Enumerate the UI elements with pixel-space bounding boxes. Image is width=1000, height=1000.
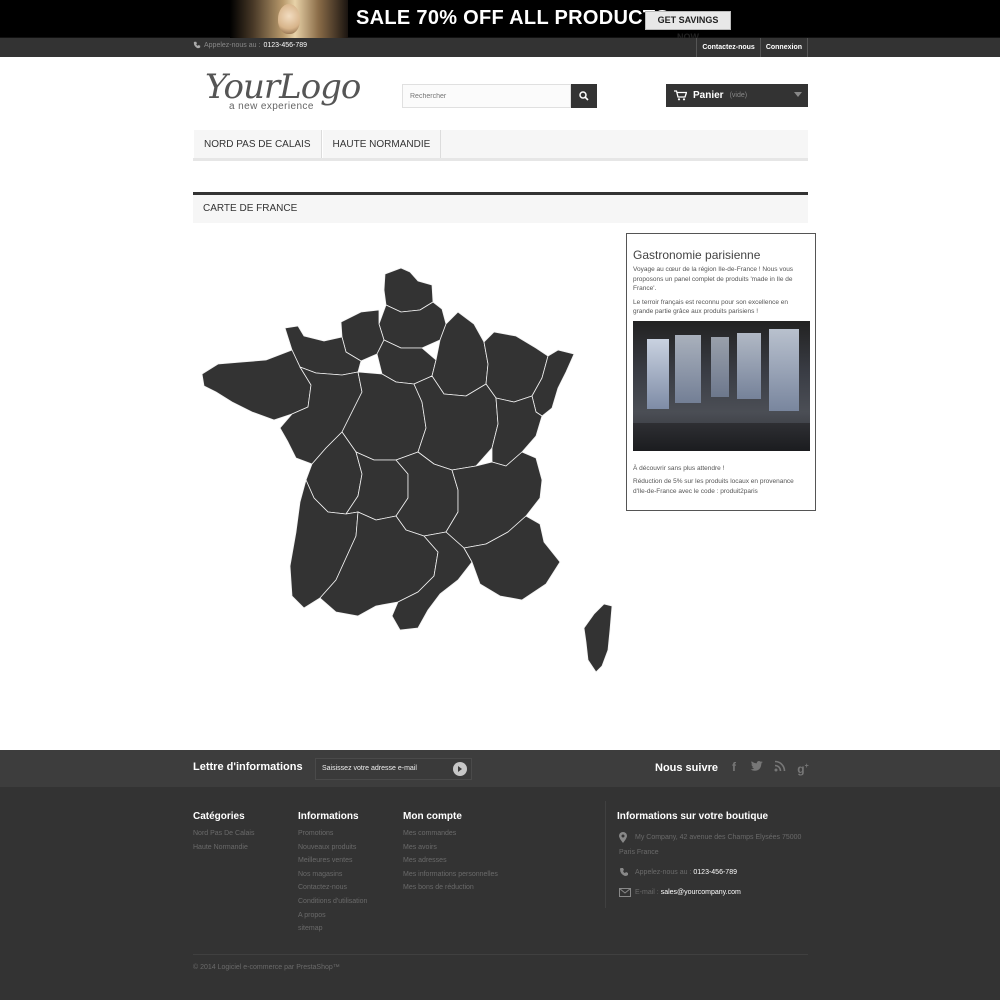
footer-informations: Informations Promotions Nouveaux produit…	[298, 811, 367, 936]
footer-info-link[interactable]: sitemap	[298, 922, 367, 936]
footer-info-link[interactable]: A propos	[298, 909, 367, 923]
footer-account-link[interactable]: Mes avoirs	[403, 841, 498, 855]
google-plus-icon[interactable]: g+	[796, 760, 810, 776]
cart-label: Panier	[693, 90, 724, 101]
nav-phone-prefix: Appelez-nous au :	[204, 41, 261, 49]
contact-link[interactable]: Contactez-nous	[696, 38, 760, 57]
side-block-text-1: Voyage au cœur de la région Ile-de-Franc…	[633, 266, 794, 292]
site-footer: Catégories Nord Pas De Calais Haute Norm…	[0, 787, 1000, 1000]
login-link[interactable]: Connexion	[759, 38, 808, 57]
region-franche-comte[interactable]	[491, 395, 543, 467]
menu-item-nord-pas-de-calais[interactable]: NORD PAS DE CALAIS	[193, 130, 322, 158]
facebook-icon[interactable]: f	[727, 760, 741, 774]
footer-account-link[interactable]: Mes adresses	[403, 854, 498, 868]
footer-account-link[interactable]: Mes informations personnelles	[403, 868, 498, 882]
search-button[interactable]	[571, 84, 597, 108]
phone-icon	[619, 867, 629, 882]
footer-account: Mon compte Mes commandes Mes avoirs Mes …	[403, 811, 498, 895]
newsletter-submit-button[interactable]	[453, 762, 467, 776]
social-links: f g+	[727, 760, 810, 776]
main-menu: NORD PAS DE CALAIS HAUTE NORMANDIE	[193, 130, 808, 161]
store-phone-number: 0123-456-789	[693, 869, 737, 876]
footer-store-info: Informations sur votre boutique My Compa…	[605, 801, 801, 908]
footer-category-link[interactable]: Nord Pas De Calais	[193, 827, 254, 841]
footer-info-link[interactable]: Nos magasins	[298, 868, 367, 882]
rss-icon[interactable]	[773, 760, 787, 774]
store-address: My Company, 42 avenue des Champs Elysées…	[617, 830, 801, 845]
phone-icon	[193, 41, 201, 49]
footer-category-link[interactable]: Haute Normandie	[193, 841, 254, 855]
promo-banner[interactable]: SALE 70% OFF ALL PRODUCTS GET SAVINGS NO…	[0, 0, 1000, 42]
banner-headline: SALE 70% OFF ALL PRODUCTS	[356, 7, 670, 29]
logo-tagline: a new experience	[229, 101, 314, 112]
search-input[interactable]	[402, 84, 571, 108]
store-address-line2: Paris France	[619, 849, 659, 856]
newsletter-email-input[interactable]: Saisissez votre adresse e-mail	[315, 758, 472, 780]
newsletter-bar: Lettre d'informations Saisissez votre ad…	[0, 750, 1000, 787]
restaurant-photo	[633, 320, 810, 451]
newsletter-title: Lettre d'informations	[193, 761, 303, 773]
store-address-line1: My Company, 42 avenue des Champs Elysées…	[635, 834, 802, 841]
region-nord-pas-de-calais[interactable]	[383, 267, 434, 313]
footer-info-link[interactable]: Contactez-nous	[298, 881, 367, 895]
footer-informations-title: Informations	[298, 811, 359, 822]
footer-account-link[interactable]: Mes bons de réduction	[403, 881, 498, 895]
copyright: © 2014 Logiciel e-commerce par PrestaSho…	[193, 964, 340, 971]
store-address-line2-row: Paris France	[617, 845, 801, 860]
footer-categories-title: Catégories	[193, 811, 245, 822]
get-savings-button[interactable]: GET SAVINGS NOW	[645, 11, 731, 42]
region-bretagne[interactable]	[201, 349, 312, 421]
store-phone-label: Appelez-nous au :	[635, 869, 692, 876]
top-nav-bar: Appelez-nous au : 0123-456-789 Contactez…	[0, 38, 1000, 57]
side-block-text-3: À découvrir sans plus attendre !	[633, 464, 725, 472]
cart-status: (vide)	[729, 92, 748, 99]
footer-info-link[interactable]: Nouveaux produits	[298, 841, 367, 855]
cart-button[interactable]: Panier (vide)	[666, 84, 808, 107]
store-email: E-mail : sales@yourcompany.com	[617, 885, 801, 900]
side-block-title: Gastronomie parisienne	[633, 248, 761, 262]
logo-text: YourLogo	[205, 67, 361, 107]
footer-info-link[interactable]: Conditions d'utilisation	[298, 895, 367, 909]
store-phone: Appelez-nous au : 0123-456-789	[617, 865, 801, 880]
footer-info-link[interactable]: Meilleures ventes	[298, 854, 367, 868]
footer-store-title: Informations sur votre boutique	[617, 811, 769, 822]
side-block-text-4: Réduction de 5% sur les produits locaux …	[633, 478, 794, 495]
footer-account-link[interactable]: Mes commandes	[403, 827, 498, 841]
region-corse[interactable]	[583, 603, 613, 673]
footer-categories: Catégories Nord Pas De Calais Haute Norm…	[193, 811, 254, 854]
side-block-text-2: Le terroir français est reconnu pour son…	[633, 298, 789, 316]
follow-us-label: Nous suivre	[655, 762, 718, 774]
search-icon	[579, 91, 589, 101]
footer-info-link[interactable]: Promotions	[298, 827, 367, 841]
france-map[interactable]	[196, 262, 620, 674]
cart-icon	[674, 90, 687, 101]
site-logo[interactable]: YourLogo a new experience	[205, 67, 361, 114]
side-promo-block: Gastronomie parisienne Voyage au cœur de…	[626, 233, 816, 511]
footer-divider	[193, 954, 808, 955]
banner-model-image	[230, 0, 348, 38]
search-form	[402, 84, 597, 108]
store-email-label: E-mail :	[635, 889, 659, 896]
envelope-icon	[619, 887, 631, 902]
twitter-icon[interactable]	[750, 760, 764, 774]
page-title: CARTE DE FRANCE	[193, 192, 808, 223]
menu-item-haute-normandie[interactable]: HAUTE NORMANDIE	[321, 130, 442, 158]
nav-phone-number: 0123-456-789	[263, 41, 308, 49]
nav-phone: Appelez-nous au : 0123-456-789	[193, 41, 307, 49]
store-email-link[interactable]: sales@yourcompany.com	[661, 889, 741, 896]
chevron-down-icon	[794, 92, 802, 97]
footer-account-title: Mon compte	[403, 811, 462, 822]
